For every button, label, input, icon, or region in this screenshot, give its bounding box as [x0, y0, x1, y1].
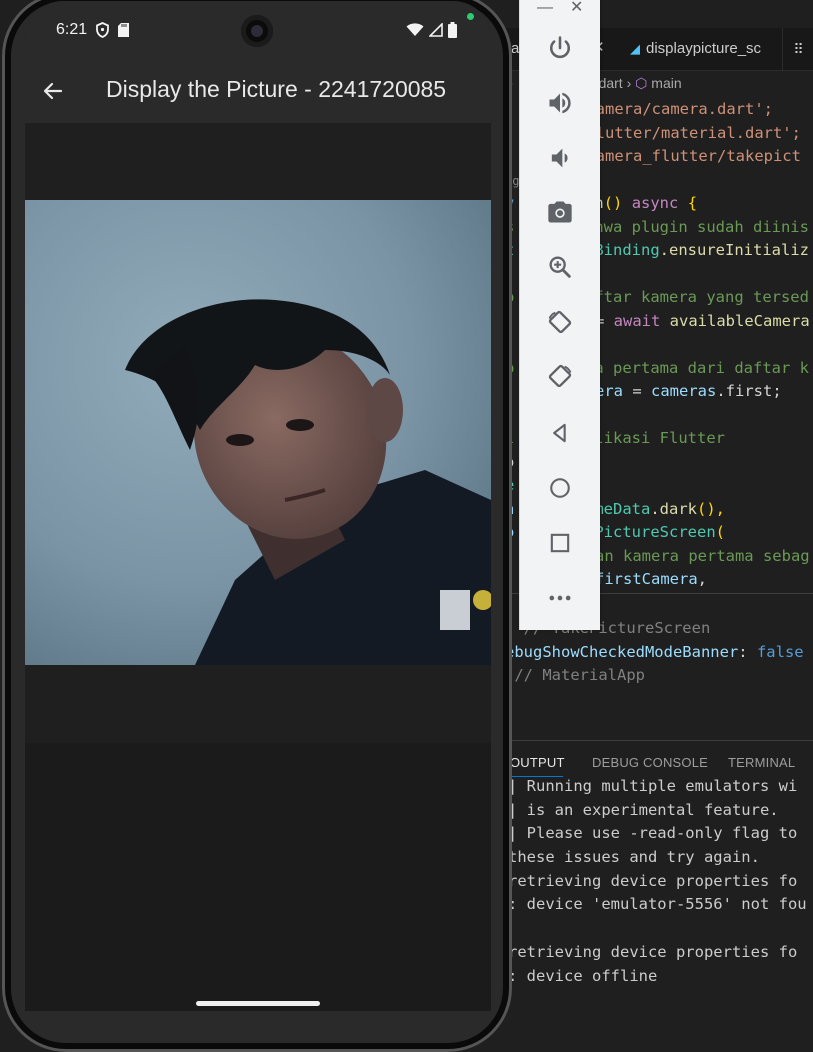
vpn-shield-icon [96, 22, 109, 38]
tab-terminal[interactable]: TERMINAL [728, 755, 795, 770]
captured-photo [25, 200, 491, 665]
camera-lens [251, 25, 263, 37]
volume-down-icon [551, 148, 568, 168]
panel-tabs: OUTPUT DEBUG CONSOLE TERMINAL [500, 740, 813, 779]
screenshot-button[interactable] [542, 194, 578, 230]
breadcrumb-symbol[interactable]: main [651, 75, 681, 91]
output-line: retrieving device properties fo [508, 871, 798, 890]
back-triangle-icon [553, 423, 566, 443]
split-editor-icon[interactable]: ⠿ [782, 28, 813, 70]
rotate-left-icon [548, 310, 572, 334]
sd-card-icon [118, 23, 129, 37]
cell-signal-icon [429, 23, 443, 37]
rotate-right-icon [548, 364, 572, 388]
overview-square-icon [550, 533, 570, 553]
tab-label: displaypicture_sc [646, 40, 762, 57]
chevron-right-icon: › [626, 75, 636, 91]
photo-illustration [25, 200, 491, 665]
emulator-toolbar: — ✕ [519, 0, 600, 630]
tab-output[interactable]: OUTPUT [510, 755, 565, 770]
camera-icon [548, 201, 572, 223]
output-line: | Running multiple emulators wi [508, 777, 798, 795]
zoom-in-icon [549, 256, 571, 278]
close-button[interactable]: ✕ [570, 0, 583, 18]
rotate-right-button[interactable] [542, 358, 578, 394]
more-dots-icon [549, 595, 571, 601]
volume-down-button[interactable] [542, 140, 578, 176]
arrow-back-icon[interactable] [41, 79, 65, 103]
status-left-icons [95, 22, 130, 38]
status-right-icons [406, 22, 457, 38]
output-panel[interactable]: | Running multiple emulators wi | is an … [508, 775, 807, 988]
tab-debug-console[interactable]: DEBUG CONSOLE [592, 755, 708, 770]
output-line: these issues and try again. [508, 848, 760, 867]
wifi-icon [406, 23, 424, 36]
rotate-left-button[interactable] [542, 304, 578, 340]
tab-displaypicture[interactable]: ◢ displaypicture_sc [630, 28, 780, 70]
output-line: : device offline [508, 966, 658, 985]
home-circle-icon [550, 478, 570, 498]
output-line: retrieving device properties fo [508, 942, 798, 961]
back-button[interactable] [542, 415, 578, 451]
app-bar: Display the Picture - 2241720085 [25, 59, 491, 123]
home-button[interactable] [542, 470, 578, 506]
camera-indicator-dot [467, 13, 474, 20]
output-line: | Please use -read-only flag to [508, 824, 798, 843]
more-button[interactable] [542, 580, 578, 616]
method-cube-icon: ⬡ [635, 75, 648, 91]
page-title: Display the Picture - 2241720085 [106, 76, 447, 102]
status-time: 6:21 [56, 21, 88, 38]
volume-up-button[interactable] [542, 85, 578, 121]
minimize-button[interactable]: — [537, 0, 553, 18]
battery-icon [448, 22, 457, 38]
overview-button[interactable] [542, 525, 578, 561]
dart-file-icon: ◢ [630, 41, 640, 56]
output-line: : device 'emulator-5556' not fou [508, 895, 807, 914]
status-bar: 6:21 [25, 1, 491, 59]
power-icon [549, 36, 571, 59]
gesture-home-bar[interactable] [196, 1001, 320, 1006]
phone-screen[interactable]: 6:21 Display the Picture - 2241720085 [25, 1, 491, 1011]
output-line: | is an experimental feature. [508, 800, 779, 819]
power-button[interactable] [542, 30, 578, 66]
zoom-button[interactable] [542, 249, 578, 285]
volume-up-icon [549, 92, 571, 114]
phone-frame: 6:21 Display the Picture - 2241720085 [2, 0, 512, 1052]
